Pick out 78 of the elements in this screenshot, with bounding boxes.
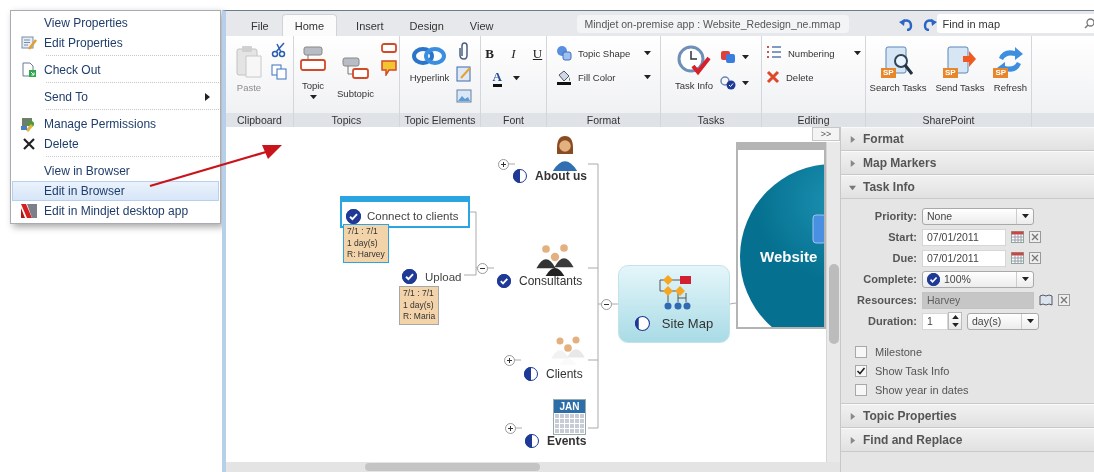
menu-item[interactable]: Delete [12, 134, 219, 154]
section-header[interactable]: Task Info [841, 175, 1094, 199]
group-label: Format [585, 113, 622, 127]
topic-label: Connect to clients [367, 210, 459, 222]
ribbon-tab[interactable]: View [456, 14, 507, 36]
format-button[interactable]: B [480, 46, 499, 62]
topic-label: Clients [546, 367, 583, 381]
task-info-note: 7/1 : 7/1 1 day(s) R: Harvey [343, 224, 389, 263]
menu-item[interactable]: View in Browser [12, 161, 219, 181]
menu-item[interactable]: Edit in Mindjet desktop app [12, 201, 219, 221]
ribbon-tab[interactable]: Insert [343, 14, 397, 36]
topic-label: Upload [425, 270, 462, 283]
panel-toggle-button[interactable]: >> [812, 127, 840, 141]
group-label: Editing [796, 113, 831, 127]
topic-label: Events [547, 434, 587, 448]
topic-node[interactable]: Site Map [618, 265, 730, 343]
section-header[interactable]: Topic Properties [841, 404, 1094, 428]
ribbon-button[interactable]: Task Info [673, 42, 715, 93]
task-info-note: 7/1 : 7/1 1 day(s) R: Maria [399, 286, 440, 325]
ribbon-button[interactable]: Fill Color [556, 68, 651, 86]
sp-badge: SP [942, 68, 958, 78]
checkbox-label: Show Task Info [875, 365, 950, 377]
group-label: SharePoint [921, 113, 976, 127]
topic-node[interactable]: Connect to clients [340, 196, 470, 228]
priority-select[interactable]: None [922, 207, 1034, 225]
ribbon-button[interactable]: Subtopic [335, 50, 376, 101]
ribbon-button[interactable]: Topic Shape [556, 44, 651, 62]
unit-select[interactable]: day(s) [967, 312, 1039, 330]
complete-select[interactable]: 100% [922, 270, 1034, 288]
sp-badge: SP [993, 68, 1009, 78]
group-label: Topic Elements [403, 113, 477, 127]
format-button[interactable]: A [480, 70, 547, 87]
field-label: Due: [891, 252, 917, 264]
topic-label: Consultants [519, 274, 583, 288]
menu-item[interactable]: Edit Properties [12, 33, 219, 53]
menu-item[interactable]: Check Out [12, 60, 219, 80]
format-button[interactable]: I [504, 46, 523, 62]
ribbon-button[interactable]: Hyperlink [407, 42, 452, 85]
section-header[interactable]: Find and Replace [841, 428, 1094, 452]
topic-label: Site Map [661, 316, 714, 331]
ribbon-button[interactable]: SP Refresh [991, 42, 1030, 95]
checkbox-label: Milestone [875, 346, 923, 358]
menu-item[interactable]: Send To [12, 87, 219, 107]
topic-label: Website [760, 248, 818, 265]
checkbox-label: Show year in dates [875, 384, 969, 396]
group-label: Clipboard [236, 113, 283, 127]
field-label: Start: [887, 231, 917, 243]
resources-field[interactable]: Harvey [922, 291, 1034, 309]
ribbon-tab[interactable]: File [238, 14, 282, 36]
menu-item[interactable]: Edit in Browser [12, 181, 219, 201]
search-field[interactable]: Find in map [936, 14, 1094, 33]
date-field[interactable]: 07/01/2011 [922, 249, 1006, 267]
group-label: Topics [330, 113, 363, 127]
topic-label: About us [535, 169, 587, 183]
menu-item[interactable]: Manage Permissions [12, 114, 219, 134]
format-button[interactable]: U [528, 46, 547, 62]
ribbon-tab[interactable]: Design [396, 14, 457, 36]
field-label: Priority: [873, 210, 917, 222]
field-label: Complete: [862, 273, 917, 285]
field-label: Resources: [856, 294, 917, 306]
field-label: Duration: [867, 315, 917, 327]
ribbon-tab[interactable]: Home [281, 14, 338, 36]
topic-node[interactable]: Upload [400, 267, 464, 286]
ribbon-button[interactable]: SP Send Tasks [933, 42, 987, 95]
group-label: Tasks [696, 113, 726, 127]
duration-field[interactable]: 1 [922, 312, 948, 330]
ribbon-button[interactable]: SP Search Tasks [867, 42, 929, 95]
document-title: Mindjet on-premise app : Website_Redesign_ne.mmap [576, 15, 849, 33]
ribbon-button[interactable]: Numbering [766, 44, 861, 62]
group-label: Font [502, 113, 525, 127]
section-header[interactable]: Map Markers [841, 151, 1094, 175]
calendar-icon: JAN [553, 399, 586, 435]
section-header[interactable]: Format [841, 127, 1094, 151]
ribbon-button[interactable]: Delete [766, 68, 861, 86]
ribbon-button[interactable]: Topic [296, 42, 330, 102]
sp-badge: SP [881, 68, 896, 78]
date-field[interactable]: 07/01/2011 [922, 228, 1006, 246]
menu-item[interactable]: View Properties [12, 13, 219, 33]
